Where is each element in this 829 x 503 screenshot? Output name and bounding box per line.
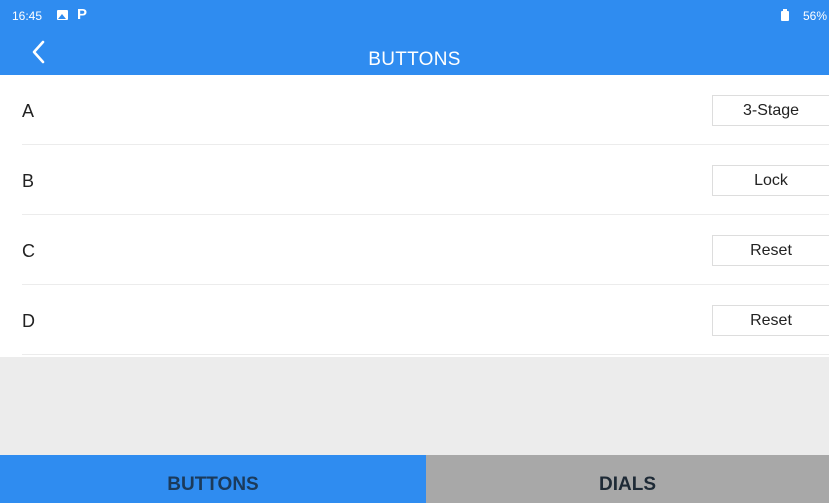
image-notification-icon xyxy=(57,10,68,20)
divider xyxy=(22,354,829,355)
status-time: 16:45 xyxy=(12,9,43,23)
mode-select-d[interactable]: Reset xyxy=(712,305,829,336)
title-bar: BUTTONS xyxy=(0,30,829,75)
row-label: C xyxy=(22,241,35,261)
page-title: BUTTONS xyxy=(368,49,461,70)
list-item-d: D Reset xyxy=(0,285,829,355)
status-bar: 16:45 P 56% xyxy=(0,0,829,30)
tab-buttons[interactable]: BUTTONS xyxy=(0,455,426,503)
parking-notification-icon: P xyxy=(77,6,88,23)
list-item-b: B Lock xyxy=(0,145,829,215)
list-item-c: C Reset xyxy=(0,215,829,285)
row-label: B xyxy=(22,171,35,191)
row-label: D xyxy=(22,311,35,331)
tab-dials[interactable]: DIALS xyxy=(426,455,829,503)
list-item-a: A 3-Stage xyxy=(0,75,829,145)
row-label: A xyxy=(22,101,35,121)
mode-select-b[interactable]: Lock xyxy=(712,165,829,196)
battery-percent: 56% xyxy=(802,9,827,23)
button-settings-list: A 3-Stage B Lock C Reset D Reset xyxy=(0,75,829,357)
battery-icon xyxy=(781,9,789,21)
bottom-tab-bar: BUTTONS DIALS xyxy=(0,455,829,503)
mode-select-a[interactable]: 3-Stage xyxy=(712,95,829,126)
mode-select-c[interactable]: Reset xyxy=(712,235,829,266)
